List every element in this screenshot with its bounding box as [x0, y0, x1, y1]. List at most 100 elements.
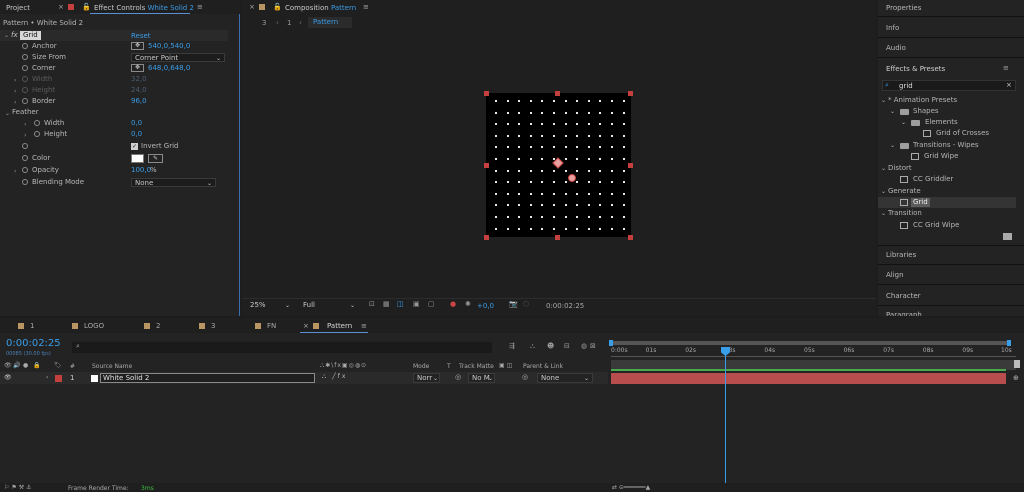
col-mode[interactable]: Mode — [413, 363, 429, 370]
stopwatch-icon[interactable] — [34, 131, 40, 137]
solo-icon[interactable]: ● — [23, 362, 28, 369]
transparency-grid-icon[interactable]: ▦ — [383, 300, 390, 308]
col-source-name[interactable]: Source Name — [92, 363, 132, 370]
prop-value[interactable]: 540,0,540,0 — [148, 41, 190, 52]
layer-name-field[interactable]: White Solid 2 — [100, 373, 315, 383]
motion-blur-icon[interactable]: ◍ — [581, 342, 587, 350]
color-swatch[interactable] — [131, 154, 144, 163]
align-header[interactable]: Align — [886, 271, 904, 279]
layer-handle[interactable] — [484, 163, 489, 168]
tree-cc-grid-wipe[interactable]: CC Grid Wipe — [878, 220, 1016, 231]
tab-comp-1[interactable]: 1 — [30, 322, 34, 330]
draft-3d-icon[interactable]: ⛬ — [530, 342, 535, 351]
stopwatch-icon[interactable] — [22, 155, 28, 161]
prop-value[interactable]: 0,0 — [131, 118, 142, 129]
layer-switches[interactable]: ⛬ ╱fx — [322, 373, 347, 381]
resolution-dropdown[interactable]: Full ⌄ — [300, 301, 358, 311]
prop-value[interactable]: 648,0,648,0 — [148, 63, 190, 74]
tree-animation-presets[interactable]: ⌄ * Animation Presets — [878, 95, 1016, 106]
channels-icon[interactable]: ● — [450, 300, 456, 308]
tree-elements[interactable]: ⌄ Elements — [878, 117, 1016, 128]
tree-grid[interactable]: Grid — [878, 197, 1016, 208]
tab-project[interactable]: Project — [6, 4, 30, 12]
size-from-dropdown[interactable]: Corner Point ⌄ — [131, 53, 225, 62]
stopwatch-icon[interactable] — [22, 43, 28, 49]
zoom-dropdown[interactable]: 25% ⌄ — [247, 301, 293, 311]
new-folder-icon[interactable] — [1003, 233, 1012, 240]
tree-cc-griddler[interactable]: CC Griddler — [878, 174, 1016, 185]
layer-duration-bar[interactable] — [611, 373, 1006, 384]
layer-handle[interactable] — [555, 235, 560, 240]
preserve-transparency-icon[interactable]: ◎ — [455, 373, 461, 381]
shy-layers-icon[interactable]: ☻ — [547, 342, 554, 350]
label-icon[interactable]: 🏷 — [54, 362, 62, 369]
blending-dropdown[interactable]: None ⌄ — [131, 178, 216, 187]
breadcrumb-current[interactable]: Pattern — [308, 17, 352, 28]
tab-comp-pattern[interactable]: Pattern — [327, 322, 352, 330]
expand-triangle[interactable]: › — [24, 130, 26, 141]
lock-icon[interactable]: 🔓 — [273, 3, 282, 11]
reset-link[interactable]: Reset — [131, 32, 151, 40]
tab-comp-fn[interactable]: FN — [267, 322, 276, 330]
tab-comp-2[interactable]: 2 — [156, 322, 160, 330]
close-icon[interactable]: × — [249, 3, 255, 11]
comp-mini-flowchart-icon[interactable]: ⇶ — [509, 342, 515, 350]
paragraph-header[interactable]: Paragraph — [886, 311, 922, 316]
layer-handle[interactable] — [628, 235, 633, 240]
pickwhip-icon[interactable]: ◎ — [522, 373, 528, 381]
col-parent-link[interactable]: Parent & Link — [523, 363, 563, 370]
panel-menu-icon[interactable]: ≡ — [363, 3, 369, 11]
audio-header[interactable]: Audio — [886, 44, 906, 52]
tree-transition[interactable]: ⌄ Transition — [878, 208, 1016, 219]
panel-menu-icon[interactable]: ≡ — [197, 3, 203, 11]
tab-composition[interactable]: Composition Pattern — [285, 4, 356, 12]
tab-comp-logo[interactable]: LOGO — [84, 322, 104, 330]
tree-generate[interactable]: ⌄ Generate — [878, 186, 1016, 197]
lock-icon[interactable]: ⊕ — [1013, 374, 1019, 382]
nav-item[interactable]: 3 — [262, 19, 266, 27]
toggle-guides-icon[interactable]: ▢ — [428, 300, 435, 308]
layer-handle[interactable] — [484, 91, 489, 96]
timeline-timecode[interactable]: 0:00:02:25 — [6, 338, 61, 349]
stopwatch-icon[interactable] — [22, 54, 28, 60]
prop-value[interactable]: 96,0 — [131, 96, 147, 107]
lock-icon[interactable]: 🔓 — [82, 3, 91, 11]
snapshot-icon[interactable]: 📷 — [509, 300, 518, 308]
info-header[interactable]: Info — [886, 24, 899, 32]
stopwatch-icon[interactable] — [22, 65, 28, 71]
expand-triangle[interactable]: › — [14, 166, 16, 177]
track-matte-dropdown[interactable]: No M ⌄ — [468, 373, 495, 383]
stopwatch-icon[interactable] — [22, 179, 28, 185]
layer-search-field[interactable]: ⌕ — [72, 342, 492, 353]
show-snapshot-icon[interactable]: ⬡ — [523, 300, 529, 308]
panel-menu-icon[interactable]: ≡ — [361, 322, 367, 330]
close-icon[interactable]: × — [303, 322, 309, 330]
clear-search-icon[interactable]: × — [1006, 81, 1012, 89]
exposure-value[interactable]: +0,0 — [477, 302, 494, 310]
fast-previews-icon[interactable]: ⊡ — [369, 300, 375, 308]
stopwatch-icon[interactable] — [22, 98, 28, 104]
col-track-matte[interactable]: Track Matte — [459, 363, 494, 370]
stopwatch-icon[interactable] — [22, 87, 28, 93]
prop-value[interactable]: 100,0 — [131, 165, 151, 176]
frame-blending-icon[interactable]: ⊟ — [564, 342, 570, 350]
mode-dropdown[interactable]: Norr ⌄ — [413, 373, 440, 383]
exposure-icon[interactable]: ✺ — [465, 300, 471, 308]
stopwatch-icon[interactable] — [22, 167, 28, 173]
properties-header[interactable]: Properties — [886, 4, 921, 12]
work-area-end[interactable] — [1007, 340, 1011, 346]
expand-triangle[interactable]: ⌄ — [4, 32, 9, 39]
layer-handle[interactable] — [628, 91, 633, 96]
layer-handle[interactable] — [628, 163, 633, 168]
effects-presets-header[interactable]: Effects & Presets — [886, 65, 945, 73]
tab-comp-3[interactable]: 3 — [211, 322, 215, 330]
expand-triangle[interactable]: › — [46, 374, 48, 381]
eye-icon[interactable]: 👁 — [4, 374, 12, 381]
close-icon[interactable]: × — [58, 3, 64, 11]
tab-effect-controls[interactable]: Effect Controls White Solid 2 — [94, 4, 194, 12]
tree-grid-wipe[interactable]: Grid Wipe — [878, 151, 1016, 162]
layer-handle[interactable] — [555, 91, 560, 96]
tree-shapes[interactable]: ⌄ Shapes — [878, 106, 1016, 117]
crosshair-icon[interactable]: ✥ — [131, 64, 144, 72]
fx-icon[interactable]: fx — [11, 31, 18, 39]
